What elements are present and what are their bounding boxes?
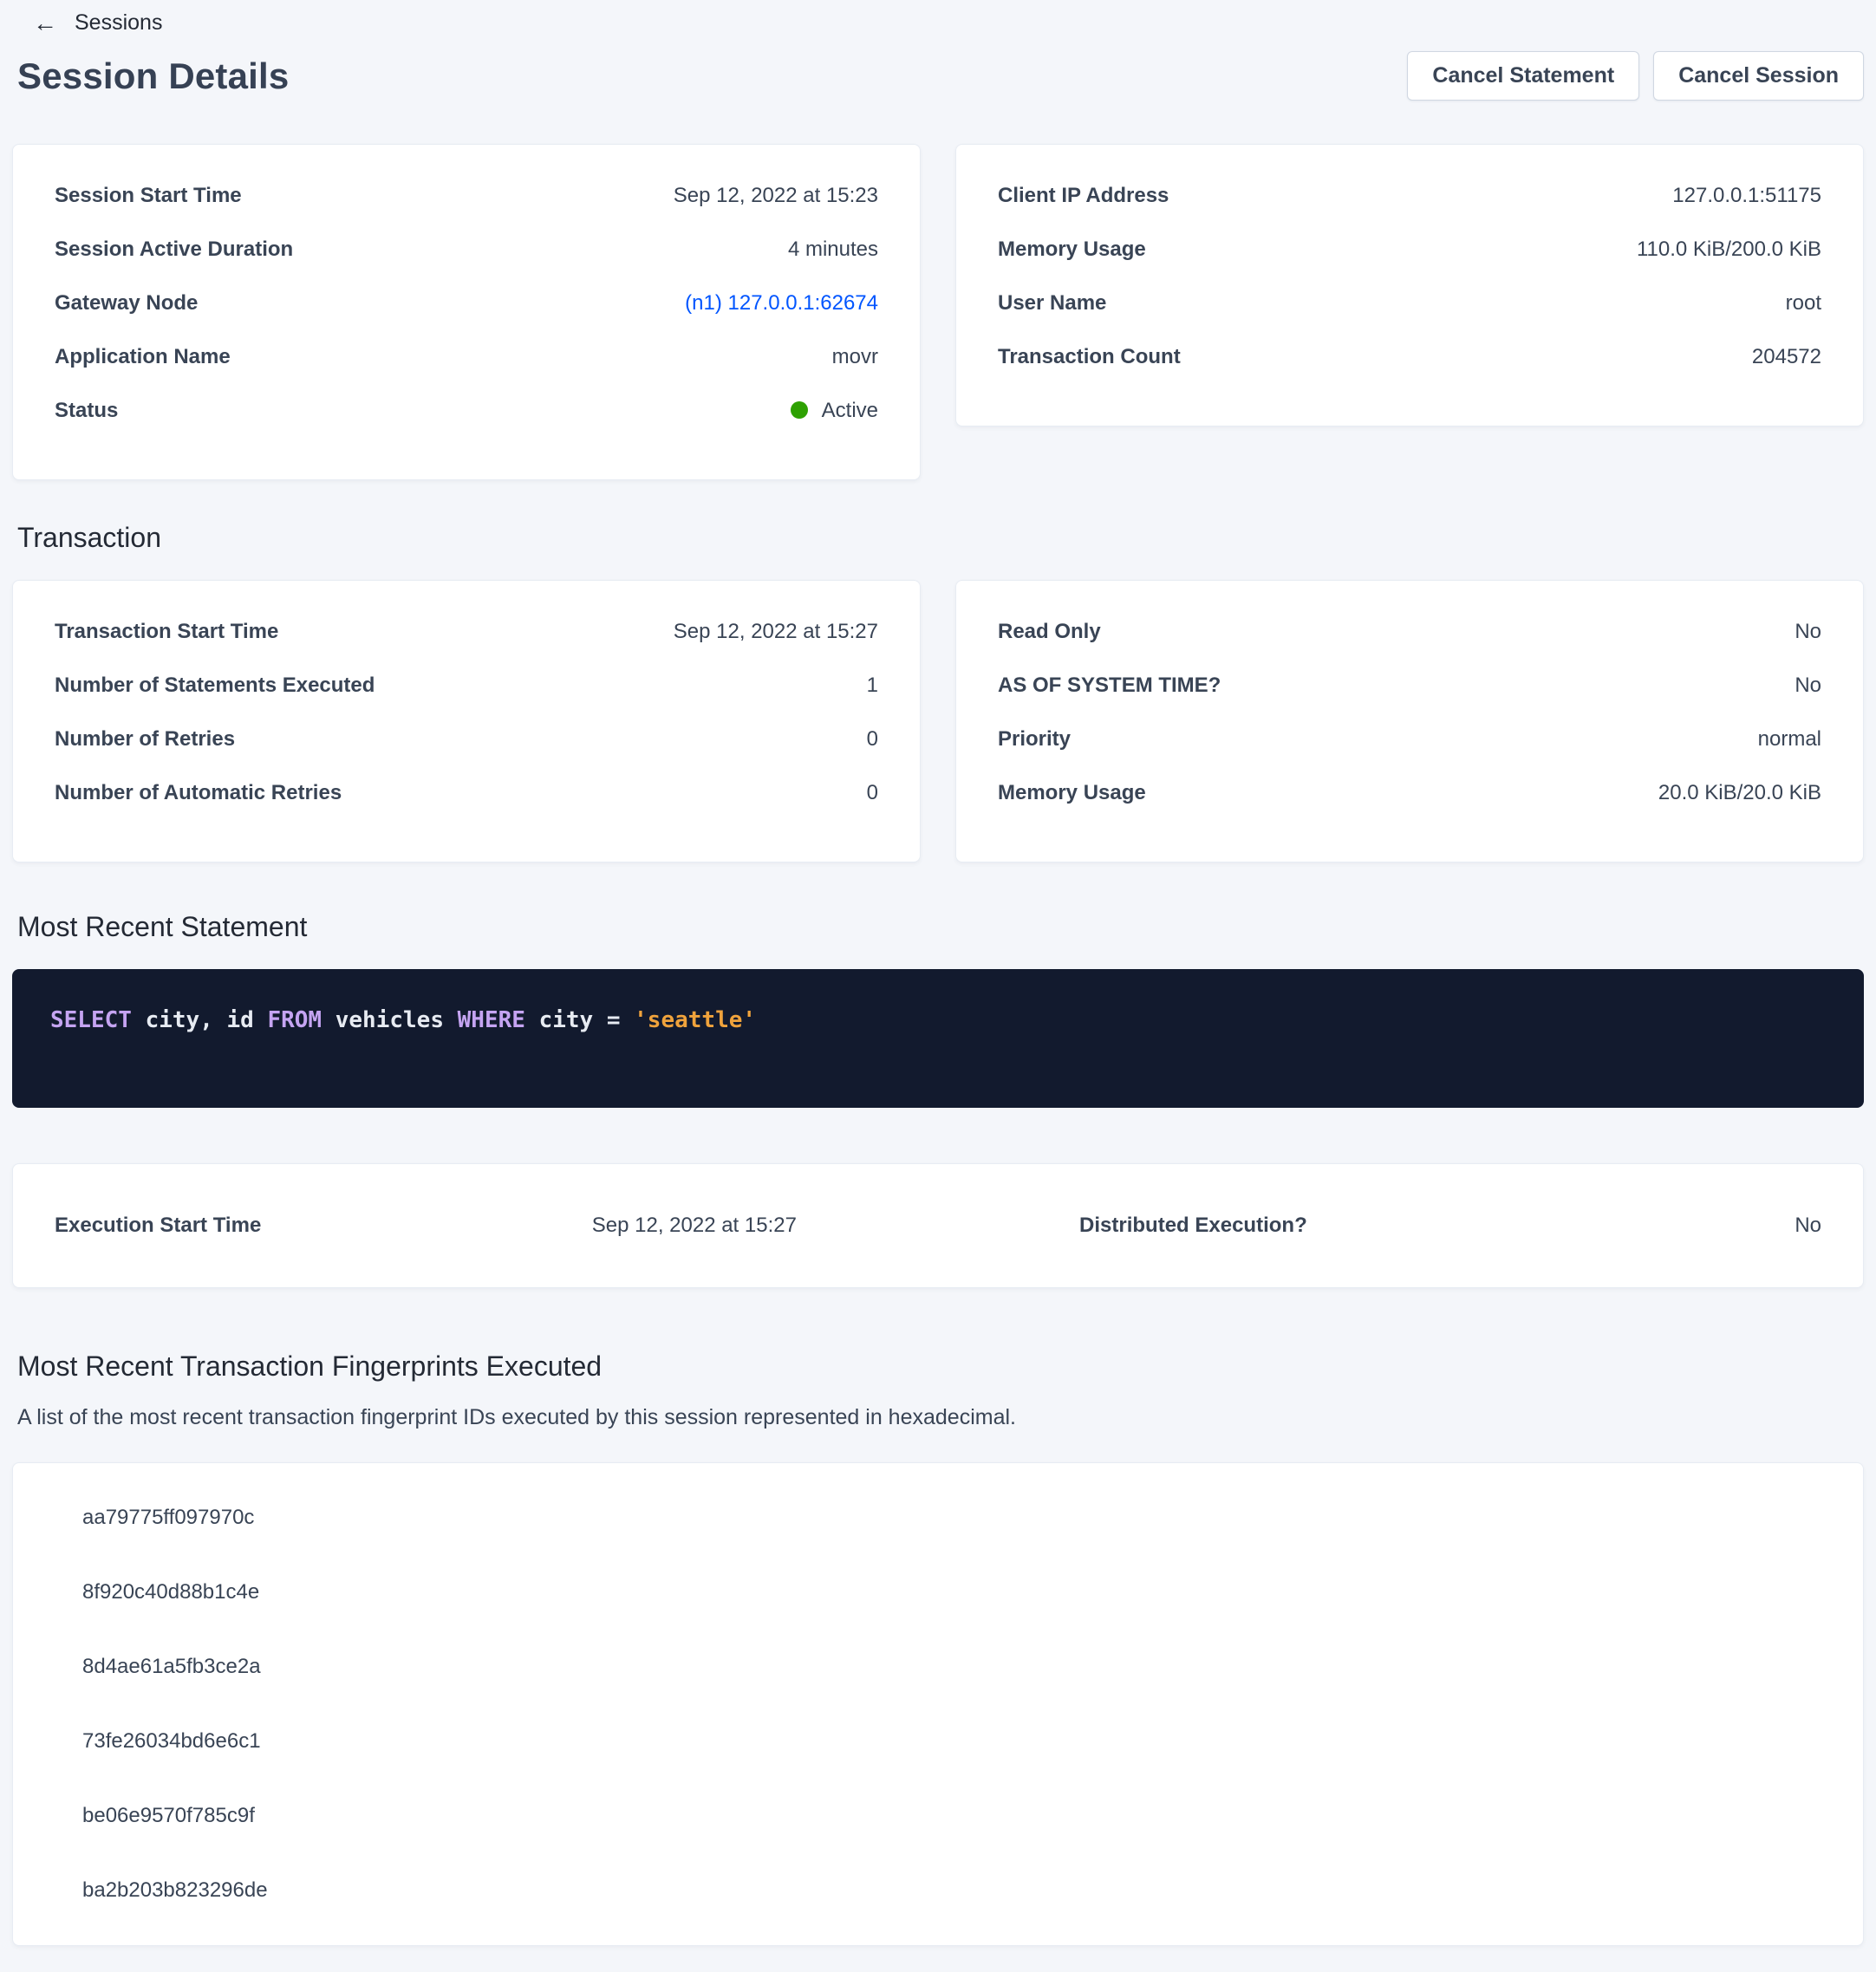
row-label: Gateway Node: [55, 290, 198, 316]
row-statements-executed: Number of Statements Executed 1: [55, 673, 878, 699]
row-value: movr: [832, 344, 878, 370]
transaction-card-right: Read Only No AS OF SYSTEM TIME? No Prior…: [955, 580, 1864, 862]
fingerprint-list-item: aa79775ff097970c: [13, 1481, 1821, 1555]
row-label: Number of Retries: [55, 726, 235, 752]
row-label: Session Active Duration: [55, 237, 293, 263]
row-label: Distributed Execution?: [1079, 1213, 1307, 1239]
row-as-of-system-time: AS OF SYSTEM TIME? No: [998, 673, 1821, 699]
row-value: root: [1786, 290, 1821, 316]
row-value: Sep 12, 2022 at 15:27: [592, 1213, 797, 1239]
row-client-ip-address: Client IP Address 127.0.0.1:51175: [998, 183, 1821, 209]
row-value: Sep 12, 2022 at 15:27: [674, 619, 878, 645]
row-application-name: Application Name movr: [55, 344, 878, 370]
row-label: Number of Statements Executed: [55, 673, 375, 699]
fingerprints-card: aa79775ff097970c 8f920c40d88b1c4e 8d4ae6…: [12, 1462, 1864, 1946]
session-summary-card-left: Session Start Time Sep 12, 2022 at 15:23…: [12, 144, 921, 480]
row-label: Transaction Start Time: [55, 619, 278, 645]
row-automatic-retries: Number of Automatic Retries 0: [55, 780, 878, 806]
sql-statement-box: SELECT city, id FROM vehicles WHERE city…: [12, 969, 1864, 1108]
row-value: 0: [867, 726, 878, 752]
header-actions: Cancel Statement Cancel Session: [1407, 51, 1864, 101]
row-value: 0: [867, 780, 878, 806]
execution-start-time-pair: Execution Start Time Sep 12, 2022 at 15:…: [55, 1213, 797, 1239]
session-summary-section: Session Start Time Sep 12, 2022 at 15:23…: [12, 144, 1864, 480]
transaction-card-left: Transaction Start Time Sep 12, 2022 at 1…: [12, 580, 921, 862]
distributed-execution-pair: Distributed Execution? No: [1079, 1213, 1821, 1239]
row-label: Memory Usage: [998, 237, 1146, 263]
row-user-name: User Name root: [998, 290, 1821, 316]
row-value: No: [1795, 619, 1821, 645]
sql-text: city =: [525, 1007, 634, 1033]
cancel-statement-button[interactable]: Cancel Statement: [1407, 51, 1639, 101]
fingerprint-list-item: be06e9570f785c9f: [13, 1779, 1821, 1853]
fingerprint-list-item: 73fe26034bd6e6c1: [13, 1704, 1821, 1779]
row-memory-usage: Memory Usage 110.0 KiB/200.0 KiB: [998, 237, 1821, 263]
row-label: Priority: [998, 726, 1071, 752]
row-label: Session Start Time: [55, 183, 242, 209]
row-session-active-duration: Session Active Duration 4 minutes: [55, 237, 878, 263]
row-session-start-time: Session Start Time Sep 12, 2022 at 15:23: [55, 183, 878, 209]
breadcrumb-label: Sessions: [75, 10, 162, 36]
fingerprints-section-heading: Most Recent Transaction Fingerprints Exe…: [17, 1350, 1864, 1383]
row-label: Transaction Count: [998, 344, 1181, 370]
row-transaction-count: Transaction Count 204572: [998, 344, 1821, 370]
status-active-dot-icon: [791, 401, 808, 419]
row-label: Application Name: [55, 344, 231, 370]
row-label: AS OF SYSTEM TIME?: [998, 673, 1221, 699]
session-details-page: ← Sessions Session Details Cancel Statem…: [0, 0, 1876, 1972]
transaction-section: Transaction Start Time Sep 12, 2022 at 1…: [12, 580, 1864, 862]
most-recent-statement-heading: Most Recent Statement: [17, 911, 1864, 943]
row-value: 4 minutes: [788, 237, 878, 263]
cancel-session-button[interactable]: Cancel Session: [1653, 51, 1864, 101]
row-value: 127.0.0.1:51175: [1672, 183, 1821, 209]
sql-keyword: SELECT: [50, 1007, 132, 1033]
row-read-only: Read Only No: [998, 619, 1821, 645]
row-priority: Priority normal: [998, 726, 1821, 752]
fingerprints-description: A list of the most recent transaction fi…: [17, 1403, 1864, 1431]
row-label: Memory Usage: [998, 780, 1146, 806]
status-value: Active: [791, 398, 878, 424]
page-title: Session Details: [17, 55, 289, 97]
gateway-node-link[interactable]: (n1) 127.0.0.1:62674: [685, 290, 878, 316]
row-label: Read Only: [998, 619, 1101, 645]
sql-keyword: WHERE: [458, 1007, 525, 1033]
row-number-of-retries: Number of Retries 0: [55, 726, 878, 752]
arrow-left-icon: ←: [33, 11, 57, 36]
transaction-section-heading: Transaction: [17, 522, 1864, 554]
row-label: Client IP Address: [998, 183, 1169, 209]
row-transaction-start-time: Transaction Start Time Sep 12, 2022 at 1…: [55, 619, 878, 645]
row-value: No: [1795, 1213, 1821, 1239]
row-label: Status: [55, 398, 118, 424]
session-summary-card-right: Client IP Address 127.0.0.1:51175 Memory…: [955, 144, 1864, 426]
fingerprint-list-item: 8f920c40d88b1c4e: [13, 1555, 1821, 1630]
row-value: 20.0 KiB/20.0 KiB: [1658, 780, 1821, 806]
sql-text: city, id: [132, 1007, 268, 1033]
sql-keyword: FROM: [267, 1007, 322, 1033]
sql-text: vehicles: [322, 1007, 458, 1033]
sql-string-literal: 'seattle': [634, 1007, 756, 1033]
row-value: No: [1795, 673, 1821, 699]
row-value: 1: [867, 673, 878, 699]
row-label: Number of Automatic Retries: [55, 780, 342, 806]
row-txn-memory-usage: Memory Usage 20.0 KiB/20.0 KiB: [998, 780, 1821, 806]
row-label: User Name: [998, 290, 1106, 316]
breadcrumb-back-sessions[interactable]: ← Sessions: [12, 0, 164, 36]
row-status: Status Active: [55, 398, 878, 424]
row-gateway-node: Gateway Node (n1) 127.0.0.1:62674: [55, 290, 878, 316]
row-value: normal: [1758, 726, 1821, 752]
page-header: Session Details Cancel Statement Cancel …: [17, 51, 1864, 101]
row-label: Execution Start Time: [55, 1213, 261, 1239]
fingerprint-list-item: ba2b203b823296de: [13, 1853, 1821, 1928]
status-badge: Active: [822, 399, 878, 422]
row-value: Sep 12, 2022 at 15:23: [674, 183, 878, 209]
fingerprint-list-item: 8d4ae61a5fb3ce2a: [13, 1630, 1821, 1704]
row-value: 110.0 KiB/200.0 KiB: [1637, 237, 1821, 263]
row-value: 204572: [1752, 344, 1821, 370]
execution-summary-card: Execution Start Time Sep 12, 2022 at 15:…: [12, 1163, 1864, 1288]
